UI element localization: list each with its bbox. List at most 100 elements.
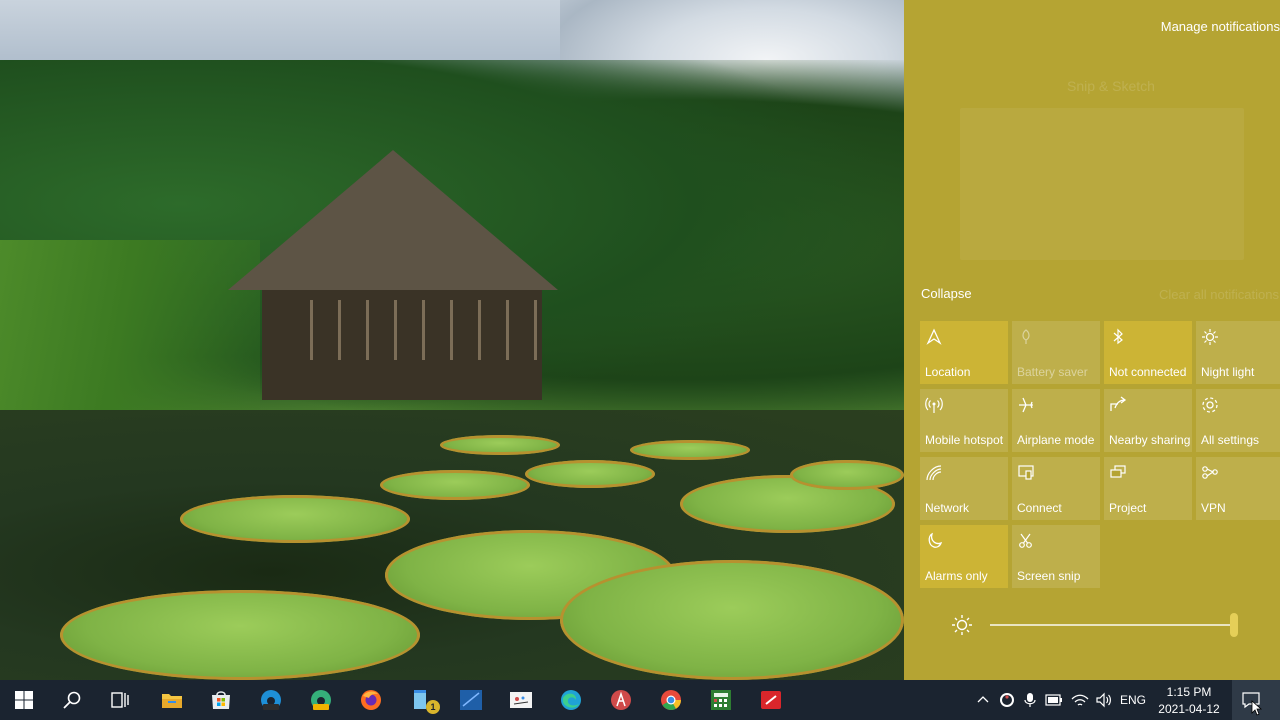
mouse-cursor-icon [1251,700,1263,716]
search-icon [63,691,81,709]
tray-app[interactable] [996,680,1018,720]
quick-action-label: Connect [1017,501,1062,515]
file-explorer-button[interactable] [148,680,196,720]
brightness-slider-thumb[interactable] [1230,613,1238,637]
task-view-button[interactable] [96,680,144,720]
quick-action-label: VPN [1201,501,1226,515]
paint-button[interactable] [497,680,545,720]
app-icon [761,691,781,709]
collapse-link[interactable]: Collapse [921,286,972,301]
task-view-icon [111,692,129,708]
quick-action-location[interactable]: Location [920,321,1008,384]
battery-icon [1045,694,1062,706]
quick-action-airplane-mode[interactable]: Airplane mode [1012,389,1100,452]
brightness-control [904,600,1280,650]
notification-app-name: Snip & Sketch [1067,78,1155,94]
quick-action-label: Screen snip [1017,569,1081,583]
microsoft-store-button[interactable] [197,680,245,720]
notification-card[interactable] [960,108,1244,260]
night-light-icon [1202,329,1218,345]
quick-action-label: Night light [1201,365,1255,379]
podcast-app-button[interactable] [597,680,645,720]
moon-icon [928,532,943,548]
quick-action-label: Mobile hotspot [925,433,1004,447]
desktop-wallpaper [0,0,904,680]
chrome-button[interactable] [647,680,695,720]
lily-pad [630,440,750,460]
quick-action-label: Nearby sharing [1109,433,1191,447]
start-icon [15,691,33,709]
brightness-icon [952,615,972,635]
edge-canary-icon [311,690,331,710]
search-button[interactable] [48,680,96,720]
tray-network[interactable] [1068,680,1092,720]
lily-pad [560,560,904,680]
hotspot-icon [925,397,943,413]
obs-icon [1000,693,1014,707]
firefox-button[interactable] [347,680,395,720]
red-app-button[interactable] [747,680,795,720]
airplane-icon [1019,397,1033,413]
visual-studio-icon [460,690,482,710]
wallpaper-railing [310,300,545,360]
quick-action-all-settings[interactable]: All settings [1196,389,1280,452]
manage-notifications-link[interactable]: Manage notifications [1161,19,1280,34]
edge-dev-button[interactable] [247,680,295,720]
firefox-icon [361,690,381,710]
wallpaper-hut-roof [228,150,558,290]
quick-action-battery-saver[interactable]: Battery saver [1012,321,1100,384]
speaker-icon [1096,692,1111,708]
lily-pad [180,495,410,543]
quick-action-connect[interactable]: Connect [1012,457,1100,520]
calculator-icon [711,690,731,710]
podcast-app-icon [611,690,631,710]
edge-button[interactable] [547,680,595,720]
quick-action-vpn[interactable]: VPN [1196,457,1280,520]
show-hidden-icons-button[interactable] [974,680,992,720]
vpn-icon [1202,466,1218,479]
quick-action-focus-assist[interactable]: Alarms only [920,525,1008,588]
tray-battery[interactable] [1042,680,1066,720]
lily-pad [440,435,560,455]
clear-all-notifications-link[interactable]: Clear all notifications [1159,287,1279,302]
quick-action-project[interactable]: Project [1104,457,1192,520]
taskbar: 1 ENG 1:15 PM 2021-04-12 [0,680,1280,720]
chevron-up-icon [977,696,989,703]
wifi-icon [1071,694,1089,706]
edge-canary-button[interactable] [297,680,345,720]
taskbar-clock[interactable]: 1:15 PM 2021-04-12 [1150,684,1228,718]
notepad-button[interactable]: 1 [397,680,445,720]
file-explorer-icon [162,694,182,708]
input-language[interactable]: ENG [1118,680,1148,720]
quick-action-night-light[interactable]: Night light [1196,321,1280,384]
microphone-icon [1024,693,1036,707]
start-button[interactable] [0,680,48,720]
quick-action-nearby-sharing[interactable]: Nearby sharing [1104,389,1192,452]
quick-action-network[interactable]: Network [920,457,1008,520]
quick-action-label: Alarms only [925,569,988,583]
battery-saver-icon [1022,329,1030,344]
wallpaper-pond [0,410,904,680]
quick-action-bluetooth[interactable]: Not connected [1104,321,1192,384]
network-icon [926,465,942,481]
lily-pad [380,470,530,500]
quick-action-screen-snip[interactable]: Screen snip [1012,525,1100,588]
quick-action-label: Battery saver [1017,365,1088,379]
calculator-button[interactable] [697,680,745,720]
quick-action-label: Project [1109,501,1147,515]
quick-action-label: Airplane mode [1017,433,1095,447]
visual-studio-button[interactable] [447,680,495,720]
quick-actions-grid: Location Battery saver Not connected Nig… [920,321,1280,589]
action-center-panel: Manage notifications Snip & Sketch Colla… [904,0,1280,680]
notepad-badge: 1 [426,700,440,714]
quick-action-label: Network [925,501,970,515]
lily-pad [790,460,904,490]
brightness-track[interactable] [990,624,1234,626]
tray-volume[interactable] [1092,680,1116,720]
tray-microphone[interactable] [1020,680,1040,720]
action-center-button[interactable] [1232,680,1280,720]
share-icon [1110,396,1127,411]
quick-action-mobile-hotspot[interactable]: Mobile hotspot [920,389,1008,452]
quick-action-label: Not connected [1109,365,1187,379]
clock-date: 2021-04-12 [1158,702,1220,716]
